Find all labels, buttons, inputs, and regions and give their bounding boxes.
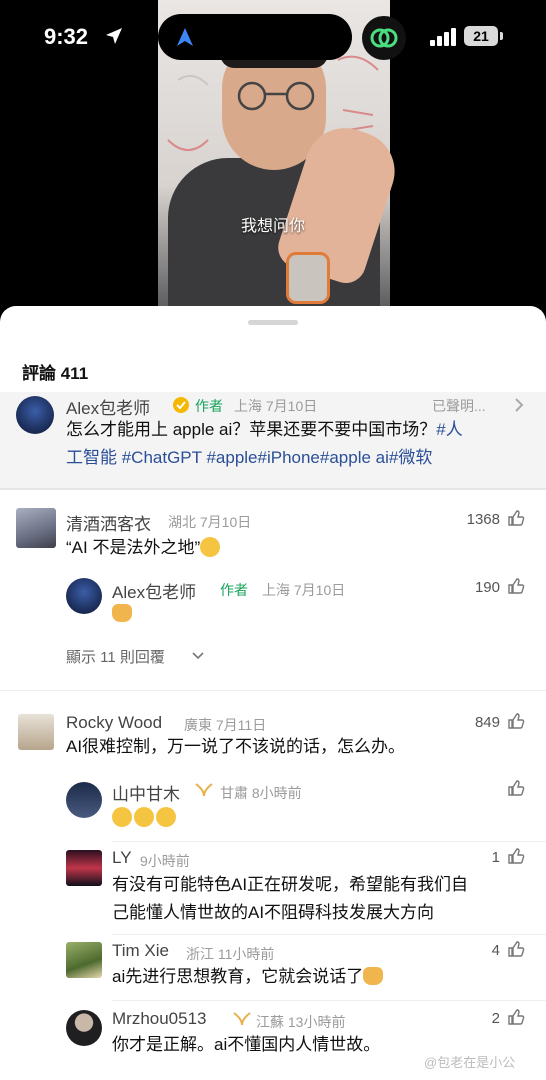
- reply-author[interactable]: Tim Xie: [112, 941, 169, 961]
- comment-author[interactable]: 清酒洒客衣: [66, 510, 151, 535]
- author-tag: 作者: [195, 398, 223, 414]
- comment-author[interactable]: Rocky Wood: [66, 713, 162, 733]
- pinned-comment[interactable]: Alex包老师 作者 上海 7月10日 已聲明... 怎么才能用上 apple …: [0, 392, 546, 488]
- reply-text: 你才是正解。ai不懂国内人情世故。: [112, 1035, 381, 1054]
- avatar[interactable]: [16, 508, 56, 548]
- reply-meta: 上海 7月10日: [262, 582, 346, 598]
- chevron-down-icon[interactable]: [192, 650, 204, 662]
- comments-title: 評論 411: [22, 364, 89, 383]
- thumbs-up-icon[interactable]: [507, 509, 525, 527]
- navigation-icon: [177, 28, 193, 46]
- reply-text: [112, 600, 132, 628]
- thumbs-up-icon[interactable]: [507, 712, 525, 730]
- cellular-signal-icon: [430, 28, 456, 46]
- like-count: 1368: [466, 511, 500, 528]
- comment-text: 怎么才能用上 apple ai？苹果还要不要中国市场？#人: [66, 416, 536, 444]
- declared-label[interactable]: 已聲明...: [432, 396, 486, 416]
- sheet-grabber[interactable]: [248, 320, 298, 325]
- reply-author[interactable]: Mrzhou0513: [112, 1009, 207, 1029]
- like-count: 4: [491, 942, 500, 959]
- location-arrow-icon: [106, 28, 122, 44]
- reply-meta: 浙江 11小時前: [186, 946, 275, 962]
- avatar[interactable]: [66, 942, 102, 978]
- comment-meta: 廣東 7月11日: [184, 717, 267, 733]
- comment-text-body: “AI 不是法外之地”: [66, 538, 201, 557]
- comment-text: AI很难控制，万一说了不该说的话，怎么办。: [66, 737, 406, 756]
- reply-text: 己能懂人情世故的AI不阻碍科技发展大方向: [112, 903, 435, 922]
- battery-nub: [500, 32, 503, 40]
- comments-sheet: 評論 411 Alex包老师 作者 上海 7月10日 已聲明... 怎么才能用上…: [0, 306, 546, 1080]
- watermark: @包老在是小公: [424, 1055, 516, 1070]
- reply-meta: 江蘇 13小時前: [256, 1014, 346, 1030]
- crying-laugh-emoji-icon: [156, 807, 176, 827]
- comment-text: “AI 不是法外之地”: [66, 534, 222, 562]
- fan-badge-icon: [195, 783, 213, 797]
- thumbs-up-icon[interactable]: [507, 577, 525, 595]
- thumbs-up-icon[interactable]: [507, 779, 525, 797]
- reply-author[interactable]: 山中甘木: [112, 780, 180, 805]
- avatar[interactable]: [66, 782, 102, 818]
- avatar[interactable]: [66, 850, 102, 886]
- reply-author[interactable]: LY: [112, 848, 132, 868]
- verified-badge-icon: [173, 397, 189, 413]
- avatar[interactable]: [16, 396, 54, 434]
- hashtag[interactable]: #人: [436, 420, 462, 439]
- reply-meta: 9小時前: [140, 853, 190, 869]
- author-tag: 作者: [220, 582, 248, 598]
- doge-emoji-icon: [363, 967, 384, 985]
- crying-laugh-emoji-icon: [134, 807, 154, 827]
- like-count: 2: [491, 1010, 500, 1027]
- like-count: 849: [474, 714, 500, 731]
- dynamic-island: [158, 14, 352, 60]
- avatar[interactable]: [18, 714, 54, 750]
- comment-meta: 湖北 7月10日: [168, 514, 252, 530]
- reply-meta: 甘肅 8小時前: [220, 785, 302, 801]
- comment-meta: 上海 7月10日: [234, 398, 318, 414]
- avatar[interactable]: [66, 578, 102, 614]
- divider: [0, 690, 546, 691]
- divider: [112, 841, 546, 842]
- like-count: 1: [491, 849, 500, 866]
- video-subtitle: 我想问你: [240, 218, 305, 235]
- chevron-right-icon[interactable]: [514, 398, 524, 412]
- crying-laugh-emoji-icon: [112, 807, 132, 827]
- divider: [0, 488, 546, 490]
- thumbs-up-icon[interactable]: [507, 1008, 525, 1026]
- battery-indicator: 21: [464, 26, 498, 46]
- reply-text: ai先进行思想教育，它就会说话了: [112, 963, 384, 991]
- reply-text: 有没有可能特色AI正在研发呢，希望能有我们自: [112, 875, 469, 894]
- doge-emoji-icon: [112, 604, 132, 622]
- thumbs-up-icon[interactable]: [507, 940, 525, 958]
- thumbs-up-icon[interactable]: [507, 847, 525, 865]
- fan-badge-icon: [233, 1012, 251, 1026]
- divider: [112, 934, 546, 935]
- status-time: 9:32: [44, 24, 89, 49]
- comment-text-plain: 怎么才能用上 apple ai？苹果还要不要中国市场？: [66, 420, 437, 439]
- hashtag-line[interactable]: 工智能 #ChatGPT #apple#iPhone#apple ai#微软: [66, 444, 536, 472]
- like-count: 190: [474, 579, 500, 596]
- reply-text-body: ai先进行思想教育，它就会说话了: [112, 967, 364, 986]
- reply-text: [112, 804, 178, 832]
- video-player[interactable]: 我想问你 9:32 21: [0, 0, 546, 330]
- show-more-replies[interactable]: 顯示 11 則回覆: [66, 646, 165, 667]
- divider: [112, 1000, 546, 1001]
- watch: [286, 252, 330, 304]
- glasses: [237, 81, 315, 111]
- app-link-icon: [362, 16, 406, 60]
- grin-emoji-icon: [200, 537, 221, 557]
- avatar[interactable]: [66, 1010, 102, 1046]
